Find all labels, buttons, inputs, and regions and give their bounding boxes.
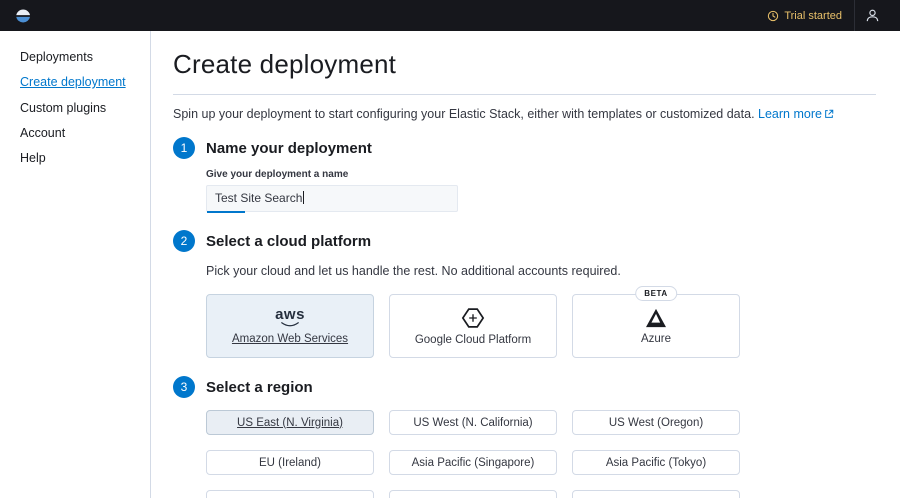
elastic-logo[interactable] [10,3,36,29]
step-2-cloud-platform: 2 Select a cloud platform Pick your clou… [173,230,876,358]
platform-card-aws[interactable]: aws Amazon Web Services [206,294,374,358]
sidebar-item-create-deployment[interactable]: Create deployment [20,75,150,89]
platform-card-azure-label: Azure [641,333,671,345]
azure-logo [644,308,668,328]
step-2-number: 2 [173,230,195,252]
deployment-name-value: Test Site Search [215,191,302,205]
clock-icon [767,10,779,22]
sidebar: Deployments Create deployment Custom plu… [0,31,151,498]
platform-card-gcp-label: Google Cloud Platform [415,334,531,346]
user-icon [865,8,880,23]
region-grid: US East (N. Virginia) US West (N. Califo… [206,410,876,498]
intro-text-body: Spin up your deployment to start configu… [173,107,755,121]
account-menu-button[interactable] [855,8,890,23]
trial-status[interactable]: Trial started [755,10,854,22]
region-button-asia-pacific-singapore[interactable]: Asia Pacific (Singapore) [389,450,557,475]
trial-status-label: Trial started [784,10,842,22]
aws-logo: aws [275,307,305,328]
sidebar-item-deployments[interactable]: Deployments [20,50,150,64]
learn-more-link[interactable]: Learn more [758,107,834,121]
elastic-logo-icon [14,7,32,25]
platform-description: Pick your cloud and let us handle the re… [206,264,876,278]
region-button-partial-1[interactable] [206,490,374,498]
step-3-number: 3 [173,376,195,398]
page-title: Create deployment [173,49,876,80]
sidebar-item-help[interactable]: Help [20,151,150,165]
region-button-us-west-n-california[interactable]: US West (N. California) [389,410,557,435]
region-button-us-east-n-virginia[interactable]: US East (N. Virginia) [206,410,374,435]
sidebar-item-custom-plugins[interactable]: Custom plugins [20,101,150,115]
region-button-eu-ireland[interactable]: EU (Ireland) [206,450,374,475]
gcp-logo [461,307,485,329]
region-button-partial-2[interactable] [389,490,557,498]
region-button-asia-pacific-tokyo[interactable]: Asia Pacific (Tokyo) [572,450,740,475]
learn-more-label: Learn more [758,107,822,121]
step-2-title: Select a cloud platform [206,233,371,250]
platform-card-gcp[interactable]: Google Cloud Platform [389,294,557,358]
platform-card-aws-label: Amazon Web Services [232,333,348,345]
aws-logo-text: aws [275,307,305,322]
main-content: Create deployment Spin up your deploymen… [151,31,900,498]
aws-logo-smile [278,322,302,328]
beta-badge: BETA [635,286,677,301]
title-divider [173,94,876,95]
platform-card-azure[interactable]: BETA Azure [572,294,740,358]
intro-text: Spin up your deployment to start configu… [173,107,876,121]
topbar: Trial started [0,0,900,31]
sidebar-item-account[interactable]: Account [20,126,150,140]
step-3-region: 3 Select a region US East (N. Virginia) … [173,376,876,498]
external-link-icon [824,109,834,119]
step-3-title: Select a region [206,379,313,396]
deployment-name-label: Give your deployment a name [206,169,876,180]
step-1-title: Name your deployment [206,140,372,157]
region-button-partial-3[interactable] [572,490,740,498]
region-button-us-west-oregon[interactable]: US West (Oregon) [572,410,740,435]
step-1-name-deployment: 1 Name your deployment Give your deploym… [173,137,876,212]
text-caret [303,191,304,204]
deployment-name-input[interactable]: Test Site Search [206,185,458,212]
platform-cards: aws Amazon Web Services Google Cloud Pla… [206,294,876,358]
step-1-number: 1 [173,137,195,159]
